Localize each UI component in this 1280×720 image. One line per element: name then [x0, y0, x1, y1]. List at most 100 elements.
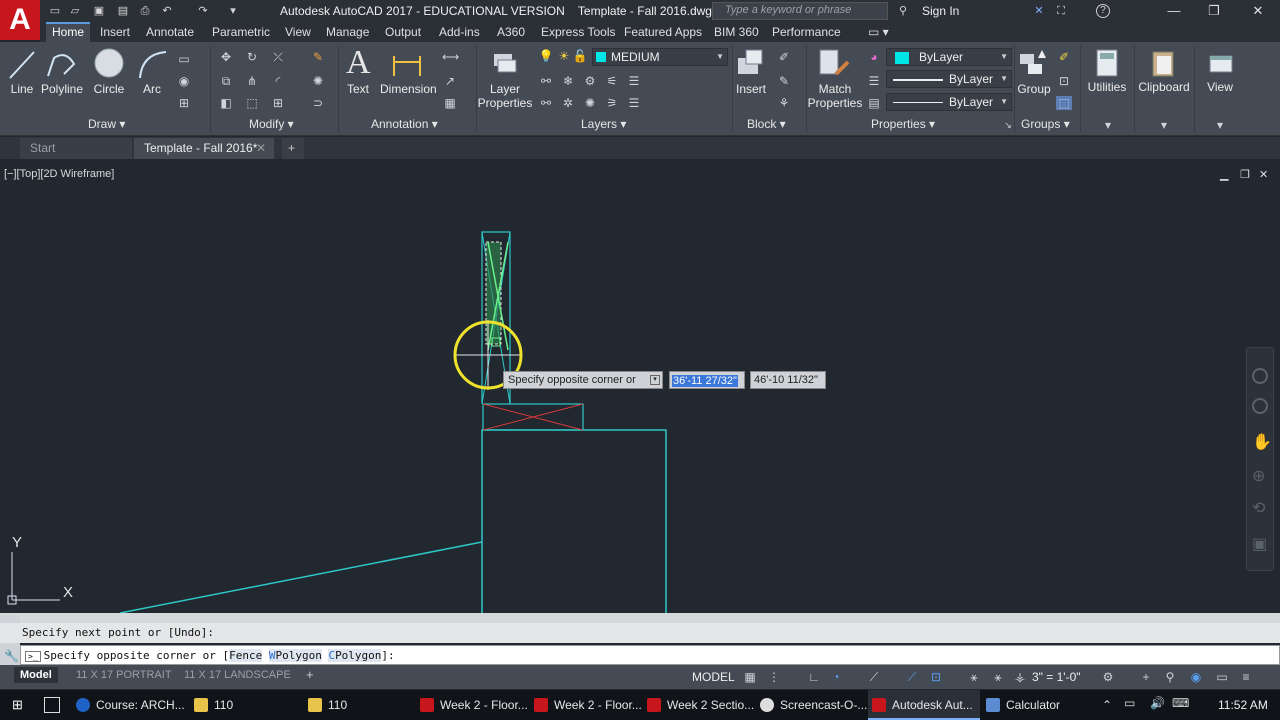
group-edit-icon[interactable]: ⊡ — [1056, 74, 1072, 88]
utilities-dropdown-icon[interactable]: ▾ — [1100, 118, 1116, 132]
leader-icon[interactable]: ↗ — [442, 74, 458, 88]
array-icon[interactable]: ⊞ — [270, 96, 286, 110]
isolate-objects-icon[interactable]: ⚲ — [1162, 669, 1178, 685]
customize-qat-icon[interactable]: ▾ — [226, 4, 240, 18]
rectangle-icon[interactable]: ▭ — [176, 52, 192, 66]
annotation-scale-icon[interactable]: ⚶ — [1012, 669, 1028, 685]
edit-block-icon[interactable]: ✎ — [776, 74, 792, 88]
option-wpolygon[interactable]: WPolygon — [268, 649, 322, 662]
dynamic-input-y-field[interactable]: 46'-10 11/32" — [750, 371, 826, 389]
annotation-scale-value[interactable]: 3" = 1'-0" — [1032, 670, 1081, 684]
hardware-acceleration-icon[interactable]: ◉ — [1188, 669, 1204, 685]
tray-chevron-icon[interactable]: ⌃ — [1102, 698, 1112, 712]
annotation-visibility-icon[interactable]: ⚹ — [966, 669, 982, 685]
circle-icon[interactable] — [92, 46, 126, 80]
save-as-icon[interactable]: ▤ — [116, 4, 130, 18]
lineweight-dropdown[interactable]: ByLayer ▼ — [886, 93, 1012, 111]
layer-freeze-icon[interactable]: ❄ — [560, 74, 576, 88]
ungroup-icon[interactable]: ✐ — [1056, 50, 1072, 64]
properties-panel-title[interactable]: Properties ▾ — [871, 117, 935, 131]
group-icon[interactable] — [1018, 48, 1050, 80]
match-properties-icon[interactable] — [818, 48, 850, 80]
save-icon[interactable]: ▣ — [92, 4, 106, 18]
layer-isolate-icon[interactable]: ⚯ — [538, 74, 554, 88]
layer-on-all-icon[interactable]: ✺ — [582, 96, 598, 110]
text-tool-label[interactable]: Text — [342, 82, 374, 96]
option-fence[interactable]: Fence — [229, 649, 263, 662]
layer-copy-icon[interactable]: ☰ — [626, 96, 642, 110]
layers-panel-title[interactable]: Layers ▾ — [581, 117, 626, 131]
sign-in-button[interactable]: Sign In — [922, 4, 959, 18]
layer-unisolate-icon[interactable]: ⚯ — [538, 96, 554, 110]
line-tool-label[interactable]: Line — [6, 82, 38, 96]
taskbar-item-calculator[interactable]: Calculator — [982, 690, 1094, 720]
text-icon[interactable]: A — [346, 44, 371, 82]
linear-dim-icon[interactable]: ⟷ — [442, 50, 459, 64]
insert-tool-label[interactable]: Insert — [734, 82, 768, 96]
exchange-icon[interactable]: ✕ — [1032, 4, 1046, 18]
option-cpolygon[interactable]: CPolygon — [328, 649, 382, 662]
annotation-panel-title[interactable]: Annotation ▾ — [371, 117, 438, 131]
new-file-icon[interactable]: ▭ — [48, 4, 62, 18]
tab-featured-apps[interactable]: Featured Apps — [618, 22, 708, 42]
region-icon[interactable]: ⊞ — [176, 96, 192, 110]
open-file-icon[interactable]: ▱ — [68, 4, 82, 18]
dimension-tool-label[interactable]: Dimension — [380, 82, 437, 96]
group-select-icon[interactable]: ⬚ — [1056, 96, 1072, 110]
customize-wrench-icon[interactable]: 🔧 — [4, 649, 19, 663]
utilities-icon[interactable] — [1094, 48, 1120, 78]
tab-home[interactable]: Home — [46, 22, 91, 42]
layout-tab-landscape[interactable]: 11 X 17 LANDSCAPE — [178, 667, 297, 683]
tab-add-ins[interactable]: Add-ins — [433, 22, 486, 42]
steering-wheel-icon[interactable] — [1252, 368, 1268, 384]
clipboard-icon[interactable] — [1150, 48, 1176, 78]
layer-state-icon[interactable]: ☰ — [626, 74, 642, 88]
customize-status-icon[interactable]: ≡ — [1238, 669, 1254, 685]
add-icon[interactable]: + — [1138, 669, 1154, 685]
full-navigation-icon[interactable] — [1252, 398, 1268, 414]
group-tool-label[interactable]: Group — [1014, 82, 1054, 96]
restore-button[interactable]: ❐ — [1200, 2, 1228, 20]
fillet-icon[interactable]: ◜ — [270, 74, 286, 88]
modify-panel-title[interactable]: Modify ▾ — [249, 117, 294, 131]
dimension-icon[interactable] — [390, 50, 424, 80]
utilities-label[interactable]: Utilities — [1084, 80, 1130, 94]
network-icon[interactable]: ▭ — [1124, 696, 1135, 710]
offset-icon[interactable]: ⊃ — [310, 96, 326, 110]
clock[interactable]: 11:52 AM — [1218, 698, 1268, 712]
tab-output[interactable]: Output — [379, 22, 427, 42]
circle-tool-label[interactable]: Circle — [90, 82, 128, 96]
redo-icon[interactable]: ↷ — [196, 4, 210, 18]
draw-panel-title[interactable]: Draw ▾ — [88, 117, 125, 131]
tab-express-tools[interactable]: Express Tools — [535, 22, 621, 42]
polar-icon[interactable]: ◔ — [828, 669, 844, 685]
tab-annotate[interactable]: Annotate — [140, 22, 200, 42]
linetype-dropdown[interactable]: ByLayer ▼ — [886, 70, 1012, 88]
osnap-icon[interactable]: ⊡ — [928, 669, 944, 685]
taskbar-item-pdf-3[interactable]: Week 2 Sectio... — [643, 690, 755, 720]
layout-tab-portrait[interactable]: 11 X 17 PORTRAIT — [70, 667, 178, 683]
ortho-icon[interactable]: ∟ — [806, 669, 822, 685]
command-input[interactable]: >_ Specify opposite corner or [Fence WPol… — [20, 645, 1280, 665]
minimize-button[interactable]: — — [1160, 2, 1188, 20]
add-layout-icon[interactable]: + — [306, 667, 314, 682]
auto-scale-icon[interactable]: ⚹ — [990, 669, 1006, 685]
tab-insert[interactable]: Insert — [94, 22, 136, 42]
arc-tool-label[interactable]: Arc — [136, 82, 168, 96]
erase-icon[interactable]: ✎ — [310, 50, 326, 64]
trim-icon[interactable]: ⤫ — [270, 50, 286, 64]
tab-start[interactable]: Start — [20, 138, 132, 159]
move-icon[interactable]: ✥ — [218, 50, 234, 64]
help-icon[interactable]: ? — [1096, 4, 1110, 18]
grid-icon[interactable]: ▦ — [742, 669, 758, 685]
clipboard-dropdown-icon[interactable]: ▾ — [1156, 118, 1172, 132]
tab-a360[interactable]: A360 — [491, 22, 531, 42]
taskbar-item-folder-1[interactable]: 110 — [190, 690, 302, 720]
clean-screen-icon[interactable]: ▭ — [1214, 669, 1230, 685]
layer-match-icon[interactable]: ⚟ — [604, 74, 620, 88]
polyline-icon[interactable] — [44, 48, 80, 82]
new-tab-icon[interactable]: + — [282, 138, 304, 159]
search-input[interactable]: Type a keyword or phrase — [712, 2, 888, 20]
dynamic-input-options-icon[interactable]: ▾ — [650, 375, 660, 385]
copy-icon[interactable]: ⧉ — [218, 74, 234, 88]
